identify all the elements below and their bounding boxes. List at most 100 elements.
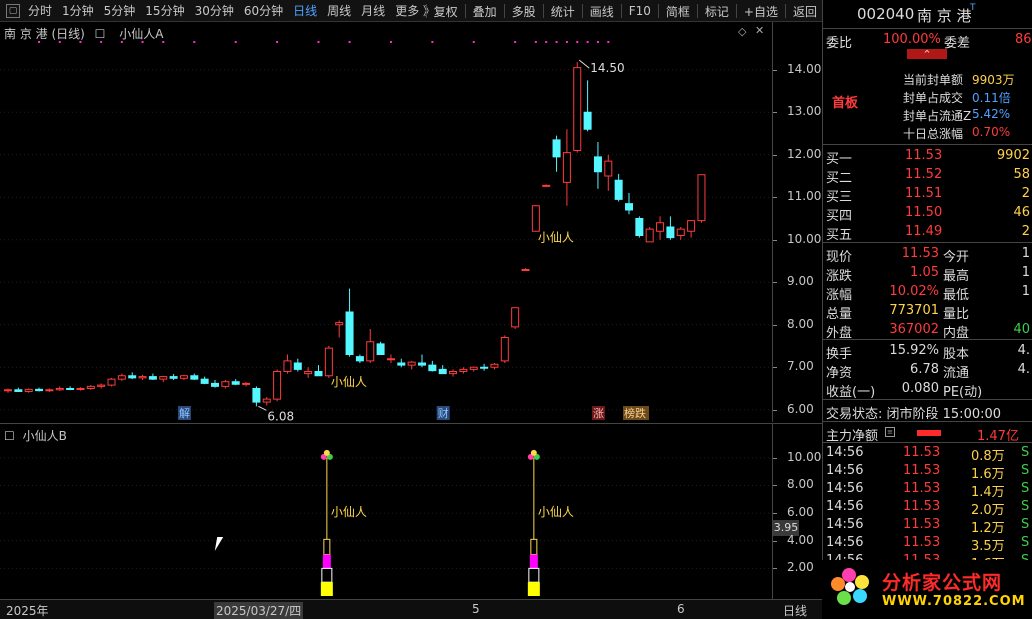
y-tick-label: 6.00 [787, 401, 814, 416]
quote-label: 总量 [826, 307, 853, 322]
quote-value: 6.78 [910, 362, 939, 377]
collapse-button[interactable]: ^ [907, 49, 947, 59]
signal-dot [586, 41, 589, 43]
tick-side: S [1021, 481, 1030, 496]
period-tab[interactable]: 5分钟 [99, 2, 141, 19]
candle-body [386, 358, 395, 361]
quote-row: 总量 773701 量比 [823, 302, 1032, 322]
tool-buttons: 复权 叠加 多股 统计 画线 F10 简框 标记 +自选 返回 [424, 0, 822, 22]
period-label[interactable]: 日线 [783, 602, 807, 619]
bid-volume: 58 [1013, 167, 1030, 182]
candle-body [656, 222, 665, 232]
logo-url: WWW.70822.COM [882, 594, 1026, 609]
event-tag[interactable]: 涨 [591, 406, 605, 420]
period-tab[interactable]: 分时 [23, 2, 57, 19]
toolbar-button[interactable]: F10 [624, 4, 656, 18]
flower-petal [323, 449, 330, 456]
candle-body [604, 160, 613, 177]
toolbar-button[interactable]: 统计 [546, 3, 580, 20]
t-badge-icon: T [970, 3, 976, 13]
bid-price: 11.53 [905, 148, 943, 163]
bid-volume: 2 [1021, 224, 1030, 239]
quote-value: 15.92% [889, 343, 939, 358]
candle-body [169, 376, 178, 379]
toolbar-button[interactable]: 简框 [661, 3, 695, 20]
net-flow-bar [917, 430, 941, 436]
quote-label: 量比 [943, 307, 970, 322]
y-tick-mark [773, 154, 777, 156]
signal-dot [193, 41, 196, 43]
period-tab[interactable]: 15分钟 [140, 2, 189, 19]
candlestick-plot: 14.506.08小仙人小仙人解财涨榜跌 [0, 41, 772, 422]
toolbar-button[interactable]: 叠加 [468, 3, 502, 20]
indicator-subchart[interactable]: ☐ 小仙人B 小仙人 小仙人 3.95 10.00 8.00 6.00 4.00 2.00 [0, 423, 822, 599]
y-tick-label: 7.00 [787, 359, 814, 374]
period-tab[interactable]: 30分钟 [190, 2, 239, 19]
candle-body [511, 307, 520, 328]
period-tab[interactable]: 1分钟 [57, 2, 99, 19]
signal-dot [576, 41, 579, 43]
event-tag[interactable]: 财 [436, 406, 450, 420]
stack-bar-magenta [529, 554, 538, 569]
candle-body [335, 322, 344, 326]
candle-body [666, 226, 675, 239]
candle-body [324, 347, 333, 377]
candle-body [159, 376, 168, 380]
list-icon[interactable]: ≡ [885, 427, 895, 437]
candle-body [242, 382, 251, 385]
quote-row: 换手 15.92% 股本 4. [823, 342, 1032, 362]
toolbar-button[interactable]: 画线 [585, 3, 619, 20]
event-tag-label: 涨 [593, 407, 604, 420]
bid-row: 买三 11.51 2 [823, 185, 1032, 205]
signal-dot [276, 41, 279, 43]
toolbar-divider [581, 4, 583, 18]
period-tab[interactable]: 周线 [322, 2, 356, 19]
quote-value: 4. [1017, 362, 1030, 377]
low-pointer [258, 405, 267, 411]
candle-body [262, 398, 271, 403]
candle-body [500, 337, 509, 362]
tick-row: 14:56 11.53 1.2万 S [823, 516, 1032, 536]
toolbar-button[interactable]: 标记 [700, 3, 734, 20]
seal-label: 封单占成交 [903, 91, 964, 105]
bid-volume: 9902 [996, 148, 1030, 163]
candle-body [14, 389, 23, 392]
tick-side: S [1021, 499, 1030, 514]
xiaoxianren-signal: 小仙人 [320, 449, 367, 596]
period-tab[interactable]: 月线 [356, 2, 390, 19]
stack-bar-yellow [320, 582, 333, 596]
quote-value: 1 [1021, 265, 1030, 280]
candle-body [304, 371, 313, 375]
toolbar-button[interactable]: 返回 [788, 3, 822, 20]
stack-bar-white [321, 567, 333, 583]
event-tag[interactable]: 榜跌 [623, 406, 649, 420]
quote-label: 现价 [826, 250, 853, 265]
y-tick-mark [773, 239, 777, 241]
bid-price: 11.52 [905, 167, 943, 182]
signal-dot [141, 41, 144, 43]
toolbar-button[interactable]: 复权 [429, 3, 463, 20]
signal-dot [79, 41, 82, 43]
bid-row: 买五 11.49 2 [823, 223, 1032, 243]
period-tab[interactable]: 日线 [288, 2, 322, 19]
y-tick-label: 8.00 [787, 316, 814, 331]
tick-time: 14:56 [826, 535, 864, 550]
bid-label: 买五 [826, 228, 853, 243]
candle-body [138, 376, 147, 379]
period-tab[interactable]: 60分钟 [239, 2, 288, 19]
candle-body [345, 311, 354, 355]
price-axis: 14.00 13.00 12.00 11.00 10.00 9.00 8.00 7.00 6.0… [772, 22, 822, 422]
signal-dot [38, 41, 41, 43]
toolbar-button[interactable]: 多股 [507, 3, 541, 20]
candle-body [211, 382, 219, 387]
event-tag[interactable]: 解 [177, 406, 191, 420]
candle-body [35, 388, 44, 392]
main-kline-chart[interactable]: 南 京 港 (日线) ☐ 小仙人A ◇ ✕ 14.50 6.08 小仙人 小仙人解财涨… [0, 22, 822, 422]
toolbar-button[interactable]: +自选 [739, 3, 783, 20]
y-tick-mark [773, 367, 777, 369]
y-tick-mark [773, 69, 777, 71]
quote-label: 最高 [943, 269, 970, 284]
y-tick-label: 8.00 [787, 477, 814, 492]
menu-square-icon[interactable]: ▢ [6, 3, 20, 18]
tick-price: 11.53 [903, 463, 941, 478]
